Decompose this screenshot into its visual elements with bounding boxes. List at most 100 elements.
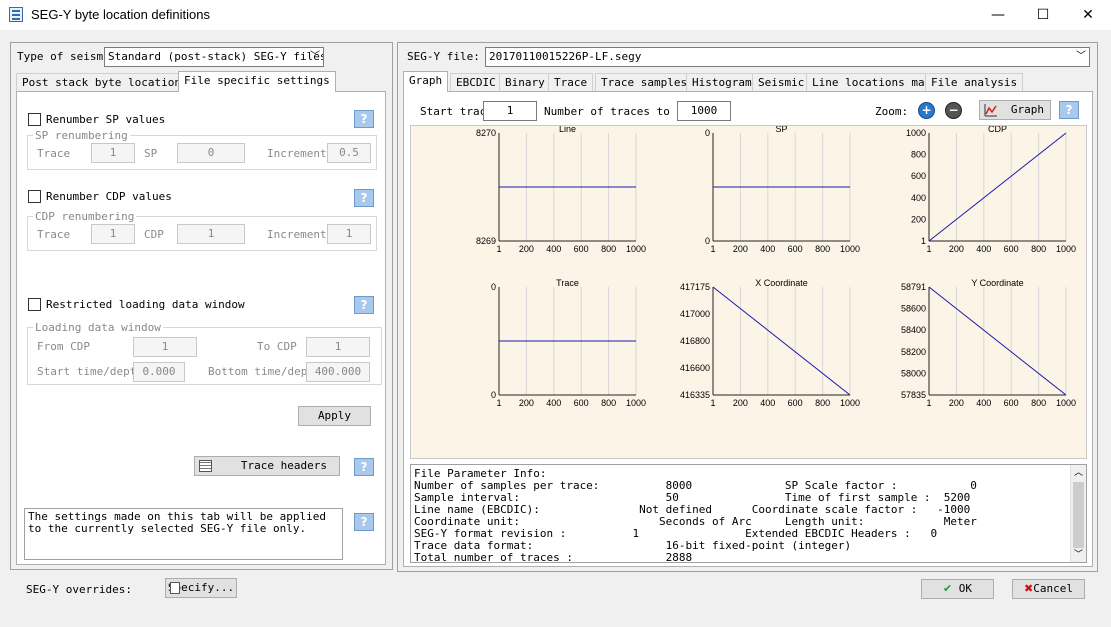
tab-file-analysis[interactable]: File analysis bbox=[925, 73, 1024, 92]
tab-ebcdic[interactable]: EBCDIC bbox=[450, 73, 502, 92]
y-tick-label: 8269 bbox=[476, 236, 496, 246]
start-time-field[interactable]: 0.000 bbox=[133, 362, 185, 382]
x-tick-label: 400 bbox=[546, 244, 561, 254]
scroll-up-icon[interactable]: ︿ bbox=[1074, 467, 1083, 479]
y-tick-label: 58000 bbox=[901, 368, 926, 378]
cancel-button[interactable]: ✖Cancel bbox=[1012, 579, 1085, 599]
x-tick-label: 200 bbox=[733, 244, 748, 254]
tab-file-specific-settings[interactable]: File specific settings bbox=[178, 71, 336, 92]
graph-button[interactable]: Graph bbox=[979, 100, 1051, 120]
sp-renumbering-legend: SP renumbering bbox=[33, 129, 130, 142]
specify-icon bbox=[170, 582, 180, 594]
renumber-cdp-label: Renumber CDP values bbox=[46, 190, 172, 203]
zoom-out-icon[interactable]: − bbox=[945, 102, 962, 119]
checkmark-icon: ✔ bbox=[942, 582, 953, 595]
x-tick-label: 1000 bbox=[840, 244, 860, 254]
scroll-down-icon[interactable]: ﹀ bbox=[1074, 549, 1083, 561]
cancel-x-icon: ✖ bbox=[1024, 582, 1034, 595]
restricted-window-checkbox[interactable] bbox=[28, 298, 41, 311]
tab-trace-samples[interactable]: Trace samples bbox=[595, 73, 694, 92]
zoom-label: Zoom: bbox=[875, 105, 909, 118]
chart-title: Line bbox=[559, 126, 576, 134]
info-scrollbar[interactable]: ︿ ﹀ bbox=[1070, 465, 1086, 562]
title-bar: SEG-Y byte location definitions — ☐ ✕ bbox=[0, 0, 1111, 30]
specify-button[interactable]: Specify... bbox=[165, 578, 237, 598]
cdp-start-field[interactable]: 1 bbox=[177, 224, 245, 244]
trace-headers-button[interactable]: Trace headers bbox=[194, 456, 340, 476]
x-tick-label: 400 bbox=[546, 398, 561, 408]
zoom-in-icon[interactable]: + bbox=[918, 102, 935, 119]
x-tick-label: 400 bbox=[760, 244, 775, 254]
type-of-seismic-select[interactable]: Standard (post-stack) SEG-Y files ﹀ bbox=[104, 47, 324, 67]
chart-title: Y Coordinate bbox=[971, 278, 1023, 288]
x-tick-label: 1000 bbox=[1056, 398, 1076, 408]
chart-title: X Coordinate bbox=[755, 278, 808, 288]
type-of-seismic-value: Standard (post-stack) SEG-Y files bbox=[108, 50, 324, 63]
maximize-button[interactable]: ☐ bbox=[1020, 0, 1066, 30]
tab-seismic[interactable]: Seismic bbox=[752, 73, 811, 92]
segy-file-value: 20170110015226P-LF.segy bbox=[489, 50, 642, 63]
chart-title: Trace bbox=[556, 278, 579, 288]
tab-histogram[interactable]: Histogram bbox=[686, 73, 758, 92]
sp-sp-label: SP bbox=[144, 147, 158, 160]
number-of-traces-input[interactable]: 1000 bbox=[677, 101, 731, 121]
apply-button[interactable]: Apply bbox=[298, 406, 371, 426]
from-cdp-field[interactable]: 1 bbox=[133, 337, 197, 357]
renumber-sp-checkbox[interactable] bbox=[28, 113, 41, 126]
y-tick-label: 0 bbox=[491, 282, 496, 292]
cdp-trace-field[interactable]: 1 bbox=[91, 224, 135, 244]
plots-svg: Line1 200 400 600 800 100082708269SP1 200 400 60… bbox=[476, 126, 1076, 408]
close-button[interactable]: ✕ bbox=[1065, 0, 1111, 30]
tab-binary[interactable]: Binary bbox=[499, 73, 551, 92]
cdp-increment-label: Increment bbox=[267, 228, 327, 241]
x-tick-label: 1 bbox=[710, 244, 715, 254]
bottom-time-field[interactable]: 400.000 bbox=[306, 362, 370, 382]
y-tick-label: 400 bbox=[911, 193, 926, 203]
tab-trace[interactable]: Trace bbox=[548, 73, 594, 92]
cancel-label: Cancel bbox=[1033, 582, 1073, 595]
ok-label: OK bbox=[958, 582, 973, 595]
help-icon[interactable]: ? bbox=[354, 296, 374, 314]
help-icon[interactable]: ? bbox=[354, 458, 374, 476]
tab-post-stack-byte-locations[interactable]: Post stack byte locations bbox=[16, 73, 194, 92]
cdp-increment-field[interactable]: 1 bbox=[327, 224, 371, 244]
chart-icon bbox=[984, 103, 998, 117]
renumber-cdp-checkbox[interactable] bbox=[28, 190, 41, 203]
x-tick-label: 200 bbox=[949, 244, 964, 254]
y-tick-label: 1000 bbox=[906, 128, 926, 138]
help-icon[interactable]: ? bbox=[1059, 101, 1079, 119]
x-tick-label: 800 bbox=[815, 398, 830, 408]
x-tick-label: 200 bbox=[519, 398, 534, 408]
sp-trace-field[interactable]: 1 bbox=[91, 143, 135, 163]
x-tick-label: 400 bbox=[976, 244, 991, 254]
cdp-cdp-label: CDP bbox=[144, 228, 164, 241]
help-icon[interactable]: ? bbox=[354, 189, 374, 207]
y-tick-label: 0 bbox=[705, 128, 710, 138]
x-tick-label: 600 bbox=[574, 244, 589, 254]
help-icon[interactable]: ? bbox=[354, 513, 374, 531]
series-line bbox=[928, 286, 1067, 396]
start-trace-input[interactable]: 1 bbox=[483, 101, 537, 121]
plot-area: Line 1 200 400 600 800 1000 8270 8269 SP 1 200 400 60… bbox=[410, 125, 1087, 459]
x-tick-label: 200 bbox=[949, 398, 964, 408]
table-icon bbox=[199, 460, 212, 472]
sp-start-field[interactable]: 0 bbox=[177, 143, 245, 163]
segy-file-select[interactable]: 20170110015226P-LF.segy ﹀ bbox=[485, 47, 1090, 67]
to-cdp-field[interactable]: 1 bbox=[306, 337, 370, 357]
sp-increment-field[interactable]: 0.5 bbox=[327, 143, 371, 163]
y-tick-label: 416335 bbox=[680, 390, 710, 400]
tab-line-locations-map[interactable]: Line locations map bbox=[806, 73, 938, 92]
help-icon[interactable]: ? bbox=[354, 110, 374, 128]
series-line bbox=[928, 132, 1067, 242]
x-tick-label: 1000 bbox=[840, 398, 860, 408]
renumber-sp-label: Renumber SP values bbox=[46, 113, 166, 126]
graph-button-label: Graph bbox=[1010, 103, 1044, 116]
x-tick-label: 600 bbox=[1004, 244, 1019, 254]
x-tick-label: 600 bbox=[788, 244, 803, 254]
restricted-window-label: Restricted loading data window bbox=[46, 298, 245, 311]
ok-button[interactable]: ✔ OK bbox=[921, 579, 994, 599]
minimize-button[interactable]: — bbox=[975, 0, 1021, 30]
tab-graph[interactable]: Graph bbox=[403, 71, 449, 92]
scroll-thumb[interactable] bbox=[1073, 482, 1084, 548]
chevron-down-icon: ﹀ bbox=[1076, 51, 1086, 62]
